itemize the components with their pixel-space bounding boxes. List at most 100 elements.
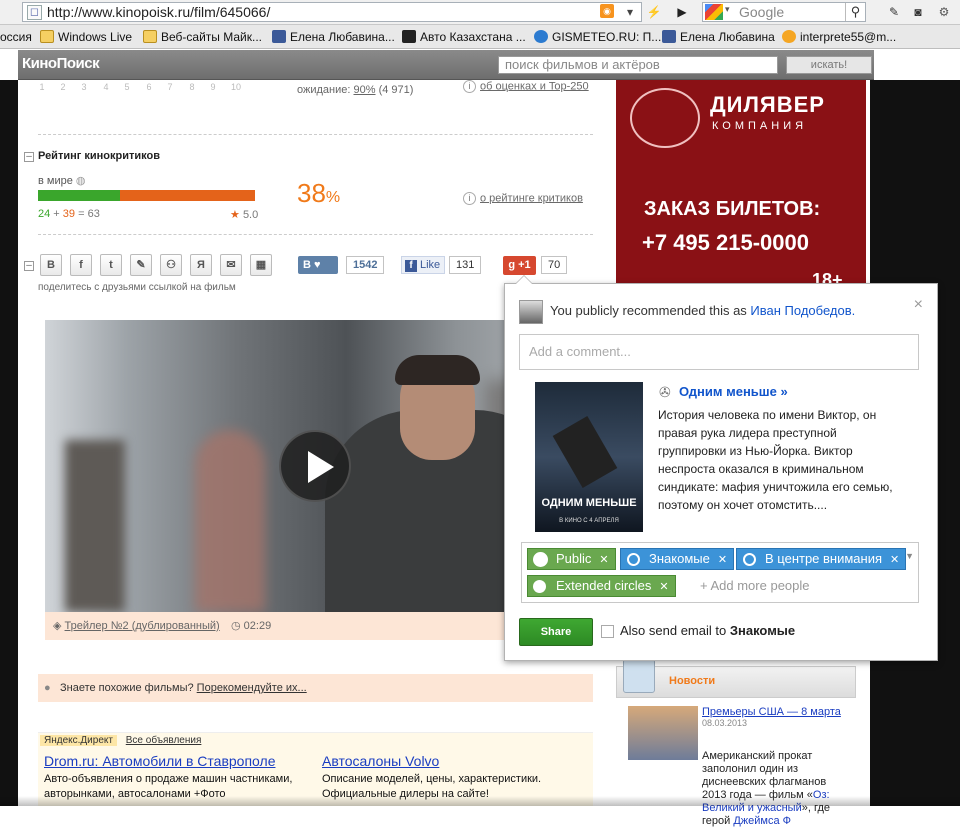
odnoklassniki-share-icon[interactable]: Я	[190, 254, 212, 276]
user-rating-stars[interactable]: 1 2 3 4 5 6 7 8 9 10	[38, 82, 258, 96]
edit-icon[interactable]: ✎	[884, 3, 904, 21]
rss-icon[interactable]: ◉	[600, 4, 614, 18]
facebook-like-button[interactable]: f Like	[401, 256, 445, 274]
site-logo[interactable]: КиноПоиск	[22, 55, 100, 72]
collapse-icon[interactable]: –	[24, 261, 34, 271]
news-thumbnail[interactable]	[628, 706, 698, 760]
remove-icon[interactable]: ✕	[890, 554, 899, 566]
ad-item[interactable]: Drom.ru: Автомобили в Ставрополе Авто-об…	[44, 753, 314, 802]
star-number[interactable]: 9	[203, 82, 223, 92]
bookmark-item[interactable]: GISMETEO.RU: П...	[534, 29, 661, 45]
gplus-one-button[interactable]: g +1	[503, 256, 536, 275]
ad-item[interactable]: Автосалоны Volvo Описание моделей, цены,…	[322, 753, 572, 802]
close-icon[interactable]: ×	[914, 296, 923, 314]
vk-share-icon[interactable]: В	[40, 254, 62, 276]
critics-info-link[interactable]: о рейтинге критиков	[480, 192, 583, 204]
ad-banner[interactable]: ДИЛЯВЕР КОМПАНИЯ ЗАКАЗ БИЛЕТОВ: +7 495 2…	[616, 80, 866, 286]
remove-icon[interactable]: ✕	[659, 581, 668, 593]
star-number[interactable]: 8	[182, 82, 202, 92]
qr-code-icon[interactable]: ▦	[250, 254, 272, 276]
bookmark-item[interactable]: Windows Live	[40, 29, 132, 45]
bookmark-item[interactable]: оссия	[0, 29, 32, 45]
info-icon: ●	[44, 682, 51, 694]
star-number[interactable]: 3	[74, 82, 94, 92]
star-number[interactable]: 6	[139, 82, 159, 92]
facebook-icon	[662, 30, 676, 43]
livejournal-share-icon[interactable]: ✎	[130, 254, 152, 276]
circle-chip-acquaintances[interactable]: Знакомые ✕	[620, 548, 735, 570]
remove-icon[interactable]: ✕	[718, 554, 727, 566]
bookmark-item[interactable]: Веб-сайты Майк...	[143, 29, 262, 45]
star-number[interactable]: 2	[53, 82, 73, 92]
comment-input[interactable]: Add a comment...	[519, 334, 919, 370]
email-checkbox[interactable]	[601, 625, 614, 638]
circle-chip-following[interactable]: В центре внимания ✕	[736, 548, 907, 570]
wait-count: (4 971)	[378, 84, 414, 96]
star-number[interactable]: 7	[160, 82, 180, 92]
add-people-input[interactable]: + Add more people	[700, 578, 810, 593]
all-ads-link[interactable]: Все объявления	[126, 735, 202, 746]
play-icon[interactable]	[279, 430, 351, 502]
settings-icon[interactable]: ⚙	[934, 3, 954, 21]
vk-like-button[interactable]: В ♥	[298, 256, 338, 274]
yandex-direct-ads: Яндекс.Директ Все объявления Drom.ru: Ав…	[38, 732, 593, 806]
site-search-input[interactable]: поиск фильмов и актёров	[498, 56, 778, 74]
bookmark-item[interactable]: Авто Казахстана ...	[402, 29, 526, 45]
star-number[interactable]: 1	[32, 82, 52, 92]
trailer-title[interactable]: Трейлер №2 (дублированный)	[65, 620, 220, 632]
ratings-info-link[interactable]: об оценках и Top-250	[480, 80, 589, 92]
search-icon[interactable]: ⚲	[845, 3, 865, 21]
circle-chip-public[interactable]: Public ✕	[527, 548, 616, 570]
circle-label: Extended circles	[556, 578, 652, 593]
gplus-icon: g	[508, 259, 516, 271]
bookmark-label: GISMETEO.RU: П...	[552, 30, 662, 44]
avatar	[519, 300, 543, 324]
circle-chip-extended[interactable]: Extended circles ✕	[527, 575, 676, 597]
bookmark-item[interactable]: Елена Любавина...	[272, 29, 395, 45]
bottom-shadow	[0, 796, 960, 806]
info-icon: i	[463, 80, 476, 93]
critics-average: ★ 5.0	[230, 208, 258, 221]
go-icon[interactable]: ▶	[672, 3, 692, 21]
address-bar[interactable]: ◻ http://www.kinopoisk.ru/film/645066/	[22, 2, 642, 22]
divider	[38, 234, 593, 235]
critics-negative-count: 39	[62, 208, 76, 220]
star-number[interactable]: 4	[96, 82, 116, 92]
percent-sign: %	[325, 189, 341, 206]
bookmark-item[interactable]: Елена Любавина	[662, 29, 775, 45]
bookmark-item[interactable]: interprete55@m...	[782, 29, 896, 45]
ad-title[interactable]: Drom.ru: Автомобили в Ставрополе	[44, 753, 314, 769]
star-number[interactable]: 5	[117, 82, 137, 92]
news-person-link[interactable]: Джеймса Ф	[733, 815, 791, 827]
heart-icon: ♥	[314, 259, 321, 271]
bookmark-label: оссия	[0, 30, 32, 44]
remove-icon[interactable]: ✕	[599, 554, 608, 566]
search-engine-dropdown-icon[interactable]: ▾	[725, 4, 730, 15]
news-heading[interactable]: Новости	[669, 675, 715, 687]
poster-title: ОДНИМ МЕНЬШЕ	[541, 497, 637, 509]
film-title-link[interactable]: Одним меньше »	[679, 384, 788, 399]
site-search-button[interactable]: искать!	[786, 56, 872, 74]
browser-search-box[interactable]: ▾ Google ⚲	[702, 2, 866, 22]
camera-icon[interactable]: ◙	[908, 3, 928, 21]
user-name-link[interactable]: Иван Подобедов.	[750, 303, 855, 318]
share-button[interactable]: Share	[519, 618, 593, 646]
collapse-icon[interactable]: –	[24, 152, 34, 162]
star-number[interactable]: 10	[226, 82, 246, 92]
browser-search-placeholder: Google	[739, 4, 785, 20]
facebook-share-icon[interactable]: f	[70, 254, 92, 276]
ad-title[interactable]: Автосалоны Volvo	[322, 753, 572, 769]
trailer-link[interactable]: ◈ Трейлер №2 (дублированный)	[53, 612, 220, 640]
recommend-link[interactable]: Порекомендуйте их...	[197, 682, 307, 694]
chevron-down-icon[interactable]: ▼	[905, 551, 914, 561]
clock-icon: ◷	[231, 620, 241, 632]
wait-percent-link[interactable]: 90%	[354, 84, 376, 96]
news-title-link[interactable]: Премьеры США — 8 марта	[702, 706, 841, 718]
twitter-share-icon[interactable]: t	[100, 254, 122, 276]
circles-selector[interactable]: Public ✕ Знакомые ✕ В центре внимания ✕ Ext…	[521, 542, 919, 603]
vk-like-count: 1542	[346, 256, 385, 274]
email-share-icon[interactable]: ✉	[220, 254, 242, 276]
dropdown-arrow-icon[interactable]: ▾	[620, 3, 640, 21]
lightning-icon[interactable]: ⚡	[644, 3, 664, 21]
friends-share-icon[interactable]: ⚇	[160, 254, 182, 276]
